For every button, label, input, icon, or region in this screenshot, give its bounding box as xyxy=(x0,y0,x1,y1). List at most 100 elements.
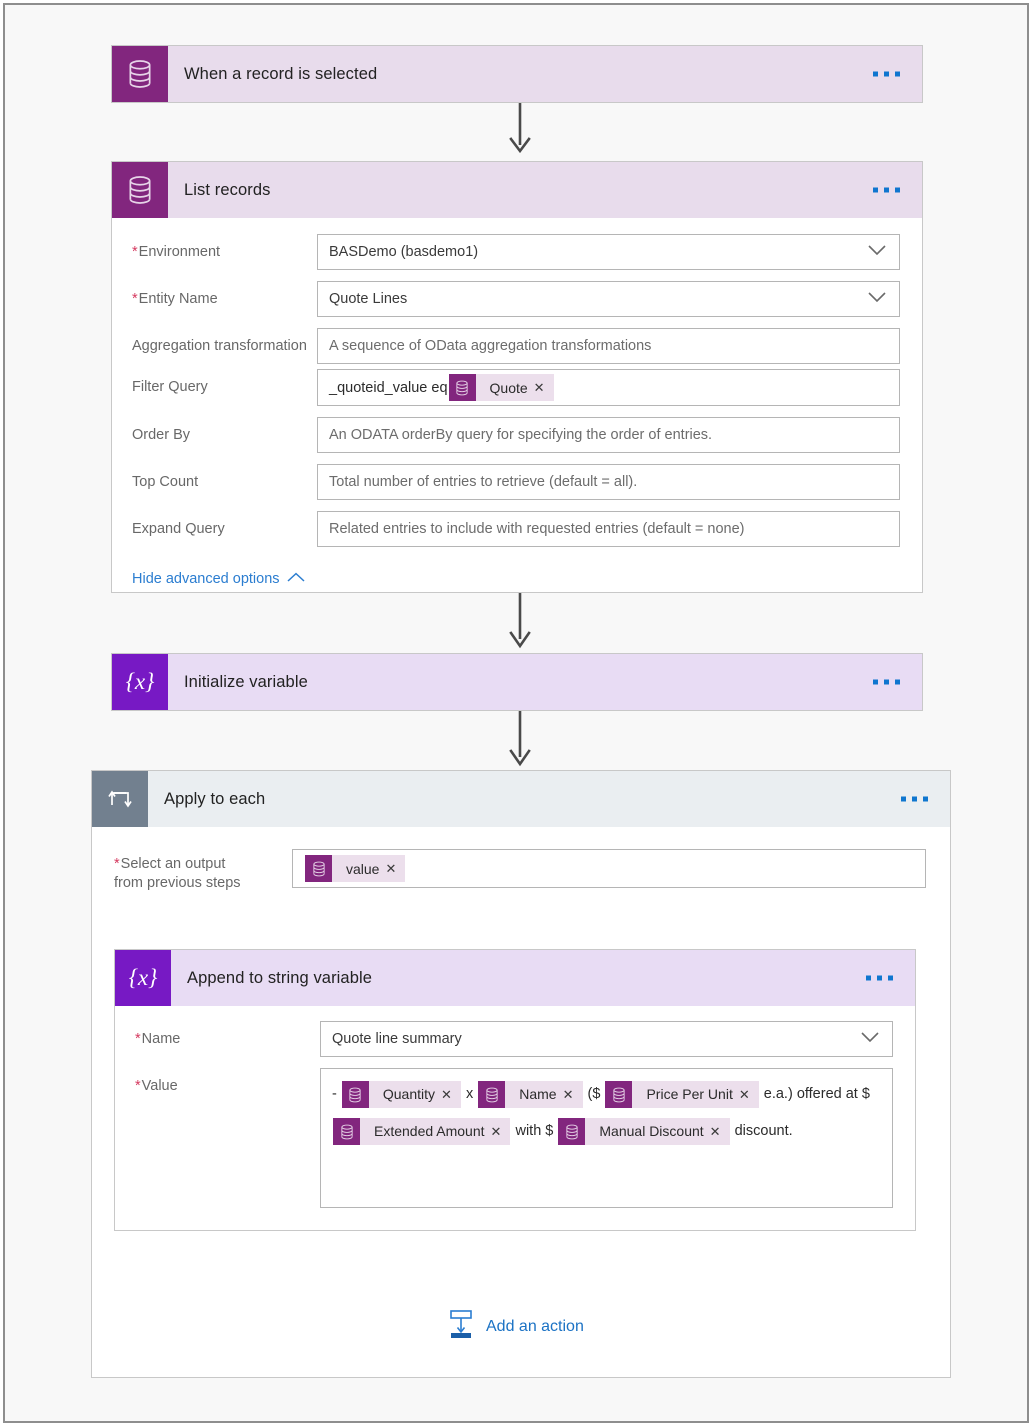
entity-name-dropdown[interactable]: Quote Lines xyxy=(317,281,900,317)
token-label: Quantity xyxy=(382,1086,436,1102)
more-options-ellipsis-icon[interactable] xyxy=(873,187,900,193)
form-row-environment: *Environment BASDemo (basdemo1) xyxy=(132,234,900,270)
variable-braces-icon: {x} xyxy=(115,950,171,1006)
add-an-action-button[interactable]: Add an action xyxy=(447,1309,584,1344)
field-label: Expand Query xyxy=(132,521,225,537)
node-title: Apply to each xyxy=(164,789,266,808)
field-label: *Environment xyxy=(132,244,221,260)
value-text-segment: with $ xyxy=(515,1123,554,1140)
card-header[interactable]: {x} Initialize variable xyxy=(112,654,922,710)
field-label: Order By xyxy=(132,427,191,443)
node-append-to-string-variable[interactable]: {x} Append to string variable *Name Quot… xyxy=(114,949,916,1231)
form-row-filter-query: Filter Query _quoteid_value eq Quote ✕ xyxy=(132,369,900,406)
dynamic-content-token-extended-amount[interactable]: Extended Amount ✕ xyxy=(333,1118,511,1146)
form-row-select-an-output: *Select an output from previous steps va… xyxy=(114,849,926,893)
dynamic-content-token-manual-discount[interactable]: Manual Discount ✕ xyxy=(558,1118,730,1146)
remove-token-icon[interactable]: ✕ xyxy=(384,862,405,875)
dynamic-content-token-value[interactable]: value ✕ xyxy=(305,855,406,882)
dynamic-content-token-quantity[interactable]: Quantity ✕ xyxy=(341,1081,461,1108)
chevron-up-icon xyxy=(287,571,305,587)
remove-token-icon[interactable]: ✕ xyxy=(533,381,554,394)
node-title: When a record is selected xyxy=(184,64,378,83)
remove-token-icon[interactable]: ✕ xyxy=(440,1088,461,1101)
more-options-ellipsis-icon[interactable] xyxy=(873,679,900,685)
required-asterisk: * xyxy=(114,856,120,872)
required-asterisk: * xyxy=(135,1078,141,1094)
field-label: Aggregation transformation xyxy=(132,338,307,354)
field-label: Top Count xyxy=(132,474,199,490)
node-list-records[interactable]: List records *Environment BASDemo (basde… xyxy=(111,161,923,593)
dynamic-content-token-name[interactable]: Name ✕ xyxy=(478,1081,583,1108)
form-row-aggregation-transformation: Aggregation transformation A sequence of… xyxy=(132,328,900,364)
card-header[interactable]: {x} Append to string variable xyxy=(115,950,915,1006)
value-text-segment: offered at $ xyxy=(796,1086,870,1102)
field-label: Filter Query xyxy=(132,379,208,395)
expand-query-input[interactable]: Related entries to include with requeste… xyxy=(317,511,900,547)
field-value: BASDemo (basdemo1) xyxy=(329,244,479,260)
chevron-down-icon xyxy=(867,291,887,307)
field-value: Quote Lines xyxy=(329,291,408,307)
dataverse-database-icon xyxy=(448,374,476,401)
dataverse-database-icon xyxy=(478,1081,506,1108)
add-an-action-label: Add an action xyxy=(486,1317,584,1335)
form-row-expand-query: Expand Query Related entries to include … xyxy=(132,511,900,547)
remove-token-icon[interactable]: ✕ xyxy=(738,1088,759,1101)
node-title: List records xyxy=(184,180,271,199)
remove-token-icon[interactable]: ✕ xyxy=(562,1088,583,1101)
filter-query-input[interactable]: _quoteid_value eq Quote ✕ xyxy=(317,369,900,406)
node-title: Append to string variable xyxy=(187,968,373,987)
flow-designer-frame: When a record is selected List records *… xyxy=(3,3,1029,1423)
variable-name-dropdown[interactable]: Quote line summary xyxy=(320,1021,893,1057)
field-label: *Name xyxy=(135,1031,181,1047)
field-label: *Value xyxy=(135,1078,178,1094)
remove-token-icon[interactable]: ✕ xyxy=(709,1125,730,1138)
variable-braces-icon: {x} xyxy=(112,654,168,710)
form-row-name: *Name Quote line summary xyxy=(135,1021,893,1057)
hide-advanced-options-label: Hide advanced options xyxy=(132,571,280,587)
connector-arrow xyxy=(509,103,531,154)
dynamic-content-token-quote[interactable]: Quote ✕ xyxy=(448,374,554,401)
svg-text:{x}: {x} xyxy=(126,669,155,694)
dataverse-database-icon xyxy=(605,1081,633,1108)
form-row-order-by: Order By An ODATA orderBy query for spec… xyxy=(132,417,900,453)
value-text-segment: e.a.) xyxy=(763,1086,793,1102)
required-asterisk: * xyxy=(132,244,138,260)
more-options-ellipsis-icon[interactable] xyxy=(866,975,893,981)
value-text-segment: - xyxy=(332,1086,337,1102)
token-label: Name xyxy=(519,1086,557,1102)
hide-advanced-options-link[interactable]: Hide advanced options xyxy=(132,571,305,587)
card-header[interactable]: When a record is selected xyxy=(112,46,922,102)
chevron-down-icon xyxy=(867,244,887,260)
node-when-a-record-is-selected[interactable]: When a record is selected xyxy=(111,45,923,103)
dataverse-database-icon xyxy=(112,162,168,218)
filter-query-text: _quoteid_value eq xyxy=(329,379,448,396)
value-text-segment: discount. xyxy=(734,1123,793,1140)
loop-repeat-icon xyxy=(92,771,148,827)
form-row-value: *Value - Quantity ✕ x Name ✕ ($ Price Per … xyxy=(135,1068,893,1208)
token-label: Price Per Unit xyxy=(646,1086,733,1102)
value-text-segment: ($ xyxy=(587,1086,601,1102)
remove-token-icon[interactable]: ✕ xyxy=(490,1125,511,1138)
form-row-top-count: Top Count Total number of entries to ret… xyxy=(132,464,900,500)
top-count-input[interactable]: Total number of entries to retrieve (def… xyxy=(317,464,900,500)
aggregation-transformation-input[interactable]: A sequence of OData aggregation transfor… xyxy=(317,328,900,364)
node-apply-to-each[interactable]: Apply to each *Select an output from pre… xyxy=(91,770,951,1378)
card-header[interactable]: Apply to each xyxy=(92,771,950,827)
dataverse-database-icon xyxy=(333,1118,360,1146)
list-records-form: *Environment BASDemo (basdemo1) *Entity … xyxy=(112,218,922,610)
connector-arrow xyxy=(509,711,531,767)
svg-text:{x}: {x} xyxy=(129,965,158,990)
order-by-input[interactable]: An ODATA orderBy query for specifying th… xyxy=(317,417,900,453)
node-title: Initialize variable xyxy=(184,672,308,691)
dataverse-database-icon xyxy=(341,1081,369,1108)
variable-value-input[interactable]: - Quantity ✕ x Name ✕ ($ Price Per Unit ✕ e… xyxy=(320,1068,893,1208)
environment-dropdown[interactable]: BASDemo (basdemo1) xyxy=(317,234,900,270)
more-options-ellipsis-icon[interactable] xyxy=(873,71,900,77)
node-initialize-variable[interactable]: {x} Initialize variable xyxy=(111,653,923,711)
flow-canvas: When a record is selected List records *… xyxy=(5,5,1027,1421)
more-options-ellipsis-icon[interactable] xyxy=(901,796,928,802)
select-output-input[interactable]: value ✕ xyxy=(292,849,926,888)
card-header[interactable]: List records xyxy=(112,162,922,218)
dynamic-content-token-price-per-unit[interactable]: Price Per Unit ✕ xyxy=(605,1081,759,1108)
chevron-down-icon xyxy=(860,1031,880,1047)
